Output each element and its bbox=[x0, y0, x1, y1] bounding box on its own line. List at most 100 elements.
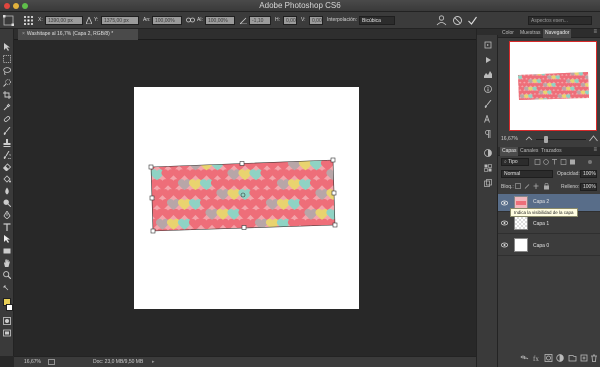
brush-tool-icon[interactable] bbox=[3, 127, 11, 135]
paint-bucket-tool-icon[interactable] bbox=[3, 175, 11, 183]
zoom-out-icon[interactable] bbox=[525, 136, 533, 142]
heart-shape bbox=[134, 149, 142, 161]
delta-icon[interactable] bbox=[86, 17, 92, 24]
link-icon[interactable] bbox=[186, 17, 195, 23]
reset-colors-icon[interactable] bbox=[3, 285, 11, 293]
zoom-level[interactable]: 16,67% bbox=[24, 359, 41, 365]
navigator-zoom-value[interactable]: 16,67% bbox=[501, 136, 518, 142]
y-position-field[interactable]: 1375,00 px bbox=[101, 16, 139, 25]
interpolation-label: Interpolación: bbox=[327, 17, 358, 23]
panel-menu-icon[interactable]: ≡ bbox=[593, 29, 597, 35]
character-panel-icon[interactable] bbox=[484, 115, 492, 123]
tab-navigator[interactable]: Navegador bbox=[543, 29, 572, 38]
canvas-area[interactable] bbox=[14, 40, 476, 356]
washi-tape-layer[interactable] bbox=[134, 87, 359, 309]
screen-mode-icon[interactable] bbox=[3, 329, 11, 337]
layer-name[interactable]: Capa 1 bbox=[533, 221, 549, 227]
heart-shape bbox=[579, 102, 584, 106]
heart-shape bbox=[299, 239, 312, 251]
adjustments-panel-icon[interactable] bbox=[484, 149, 492, 157]
info-panel-icon[interactable] bbox=[484, 85, 492, 93]
rectangle-tool-icon[interactable] bbox=[3, 247, 11, 255]
crop-tool-icon[interactable] bbox=[3, 91, 11, 99]
healing-brush-tool-icon[interactable] bbox=[3, 115, 11, 123]
filter-type-icons[interactable] bbox=[534, 159, 594, 165]
quick-mask-icon[interactable] bbox=[3, 317, 11, 325]
title-bar: Adobe Photoshop CS6 bbox=[0, 0, 600, 12]
heart-shape bbox=[572, 72, 578, 73]
visibility-eye-icon[interactable] bbox=[501, 220, 508, 226]
zoom-tool-icon[interactable] bbox=[3, 271, 11, 279]
background-color-swatch[interactable] bbox=[6, 304, 13, 311]
path-selection-tool-icon[interactable] bbox=[3, 235, 11, 243]
layers-panel-menu-icon[interactable]: ≡ bbox=[593, 147, 597, 153]
visibility-eye-icon[interactable] bbox=[501, 200, 508, 206]
tab-swatches[interactable]: Muestras bbox=[518, 29, 543, 38]
close-document-icon[interactable]: × bbox=[22, 31, 25, 37]
status-share-icon[interactable] bbox=[48, 359, 55, 365]
eyedropper-tool-icon[interactable] bbox=[3, 103, 11, 111]
move-tool-icon[interactable] bbox=[3, 43, 11, 51]
document-tab[interactable]: × Washitape al 16,7% (Capa 2, RGB/8) * bbox=[18, 29, 138, 40]
vskew-field[interactable]: 0,00 bbox=[309, 16, 323, 25]
paragraph-panel-icon[interactable] bbox=[484, 130, 492, 138]
brush-presets-panel-icon[interactable] bbox=[484, 100, 492, 108]
lock-icons[interactable] bbox=[515, 183, 555, 190]
blur-tool-icon[interactable] bbox=[3, 187, 11, 195]
opacity-field[interactable]: 100% bbox=[580, 170, 597, 178]
clone-stamp-tool-icon[interactable] bbox=[3, 139, 11, 147]
lasso-tool-icon[interactable] bbox=[3, 67, 11, 75]
workspace-select[interactable]: Aspectos esen... bbox=[528, 16, 592, 25]
visibility-eye-icon[interactable] bbox=[501, 242, 508, 248]
reference-point-icon[interactable] bbox=[24, 16, 33, 25]
fill-field[interactable]: 100% bbox=[580, 183, 597, 191]
layer-row-capa-0[interactable]: Capa 0 bbox=[498, 234, 600, 256]
height-label: Al: bbox=[197, 17, 203, 23]
heart-shape bbox=[584, 72, 589, 73]
dodge-tool-icon[interactable] bbox=[3, 199, 11, 207]
status-menu-arrow-icon[interactable]: ▸ bbox=[152, 359, 155, 365]
type-tool-icon[interactable] bbox=[3, 223, 11, 231]
hand-tool-icon[interactable] bbox=[3, 259, 11, 267]
x-position-field[interactable]: 1390,00 px bbox=[45, 16, 83, 25]
layer-name[interactable]: Capa 0 bbox=[533, 243, 549, 249]
layer-name[interactable]: Capa 2 bbox=[533, 199, 549, 205]
height-field[interactable]: 100,00% bbox=[205, 16, 235, 25]
heart-shape bbox=[134, 179, 147, 191]
cancel-transform-icon[interactable] bbox=[452, 15, 463, 26]
pen-tool-icon[interactable] bbox=[3, 211, 11, 219]
zoom-in-icon[interactable] bbox=[589, 135, 598, 143]
layers-footer-icons[interactable]: fx bbox=[520, 354, 598, 362]
width-field[interactable]: 100,00% bbox=[152, 16, 182, 25]
interpolation-select[interactable]: Bicúbica bbox=[359, 16, 395, 25]
tab-paths[interactable]: Trazados bbox=[539, 147, 564, 156]
quick-selection-tool-icon[interactable] bbox=[3, 79, 11, 87]
tab-channels[interactable]: Canales bbox=[518, 147, 540, 156]
navigator-zoom-thumb[interactable] bbox=[544, 136, 548, 143]
document-canvas[interactable] bbox=[134, 87, 359, 309]
actions-panel-icon[interactable] bbox=[484, 56, 492, 64]
hskew-field[interactable]: 0,00 bbox=[283, 16, 297, 25]
navigator-preview[interactable] bbox=[509, 41, 597, 131]
layer-filter-select[interactable]: ⌕ Tipo bbox=[501, 158, 529, 166]
angle-field[interactable]: -1,10 bbox=[249, 16, 271, 25]
warp-icon[interactable] bbox=[436, 15, 447, 26]
history-brush-tool-icon[interactable] bbox=[3, 151, 11, 159]
tab-layers[interactable]: Capas bbox=[500, 147, 519, 156]
tab-color[interactable]: Color bbox=[500, 29, 516, 38]
eraser-tool-icon[interactable] bbox=[3, 163, 11, 171]
marquee-tool-icon[interactable] bbox=[3, 55, 11, 63]
histogram-panel-icon[interactable] bbox=[484, 70, 492, 78]
styles-panel-icon[interactable] bbox=[484, 164, 492, 172]
heart-shape bbox=[151, 160, 164, 162]
history-panel-icon[interactable] bbox=[484, 41, 492, 49]
layer-comps-panel-icon[interactable] bbox=[484, 179, 492, 187]
heart-shape bbox=[568, 98, 574, 100]
options-bar: X: 1390,00 px Y: 1375,00 px An: 100,00% … bbox=[0, 12, 600, 29]
commit-transform-icon[interactable] bbox=[467, 15, 478, 26]
blend-mode-select[interactable]: Normal bbox=[501, 170, 553, 178]
opacity-label: Opacidad: bbox=[557, 171, 580, 177]
transform-tool-icon[interactable] bbox=[3, 15, 14, 26]
width-label: An: bbox=[143, 17, 151, 23]
heart-shape bbox=[343, 159, 356, 171]
